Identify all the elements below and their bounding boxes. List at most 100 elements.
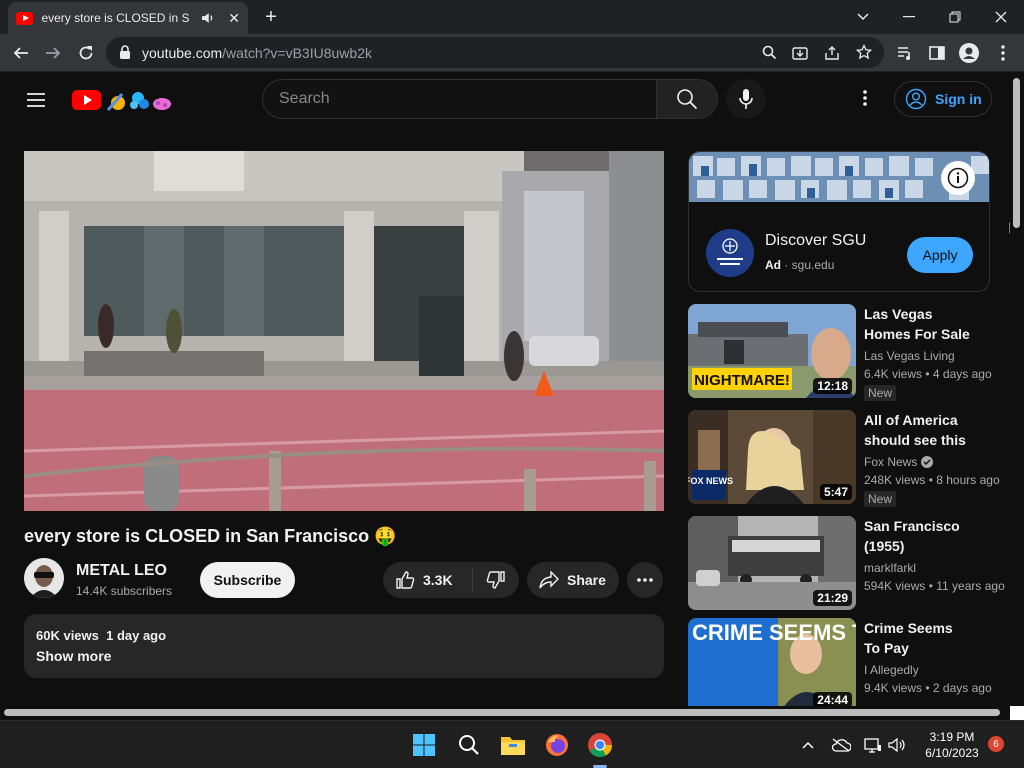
browser-tab[interactable]: every store is CLOSED in San Francisco 🤑…: [8, 2, 248, 34]
start-windows-icon[interactable]: [406, 727, 442, 763]
system-clock[interactable]: 3:19 PM 6/10/2023: [918, 729, 986, 761]
related-views: 6.4K views • 4 days ago: [864, 367, 992, 381]
volume-speaker-icon[interactable]: [884, 727, 910, 763]
info-icon: [947, 167, 969, 189]
minimize-icon[interactable]: [894, 4, 924, 30]
ad-info-button[interactable]: [941, 161, 975, 195]
hamburger-menu-icon[interactable]: [24, 88, 48, 112]
thumbs-down-icon: [486, 571, 505, 589]
taskbar-search-icon[interactable]: [451, 727, 487, 763]
youtube-doodle-logo[interactable]: [72, 86, 178, 114]
video-thumbnail[interactable]: CRIME SEEMS TO PAY 24:44: [688, 618, 856, 706]
profile-avatar-icon[interactable]: [956, 40, 982, 66]
description-box[interactable]: 60K views 1 day ago Show more: [24, 614, 664, 678]
tab-close-icon[interactable]: ✕: [228, 10, 240, 27]
search-box[interactable]: [262, 79, 656, 119]
related-video-item[interactable]: 21:29 San Francisco (1955) marklfarkl 59…: [688, 516, 1005, 610]
share-button[interactable]: Share: [527, 562, 619, 598]
video-title: every store is CLOSED in San Francisco 🤑: [24, 526, 397, 546]
video-thumbnail[interactable]: FOX NEWS 5:47: [688, 410, 856, 504]
video-thumbnail[interactable]: 21:29: [688, 516, 856, 610]
file-explorer-icon[interactable]: [495, 727, 531, 763]
related-channel: Fox News: [864, 455, 934, 469]
tab-search-chevron-icon[interactable]: [848, 4, 878, 30]
scrollbar-corner: [1010, 706, 1024, 720]
related-views: 248K views • 8 hours ago: [864, 473, 1000, 487]
url-text: youtube.com/watch?v=vB3IU8uwb2k: [142, 45, 372, 61]
share-page-icon[interactable]: [824, 45, 840, 61]
thumbnail-caption: CRIME SEEMS TO PAY: [692, 620, 856, 645]
install-app-icon[interactable]: [792, 45, 808, 61]
new-badge: New: [864, 491, 897, 507]
subscriber-count: 14.4K subscribers: [76, 584, 173, 598]
sgu-logo[interactable]: [706, 229, 754, 277]
lock-icon[interactable]: [119, 45, 131, 59]
related-channel: Las Vegas Living: [864, 349, 955, 363]
related-video-title[interactable]: Las Vegas Homes For Sale: [864, 304, 972, 344]
side-panel-icon[interactable]: [924, 40, 950, 66]
more-actions-button[interactable]: [627, 562, 663, 598]
cloud-offline-icon[interactable]: [826, 727, 856, 763]
vertical-scroll-thumb[interactable]: [1013, 78, 1020, 228]
video-thumbnail[interactable]: NIGHTMARE! 12:18: [688, 304, 856, 398]
dislike-button[interactable]: [473, 562, 519, 598]
apply-button[interactable]: Apply: [907, 237, 973, 273]
show-more-link[interactable]: Show more: [36, 648, 111, 664]
sign-in-button[interactable]: Sign in: [894, 81, 992, 117]
vertical-scrollbar[interactable]: [1010, 72, 1024, 706]
firefox-icon[interactable]: [539, 727, 575, 763]
microphone-icon: [739, 89, 753, 109]
duration-badge: 5:47: [819, 484, 852, 500]
related-video-title[interactable]: All of America should see this: [864, 410, 972, 450]
close-window-icon[interactable]: [986, 4, 1016, 30]
tab-title: every store is CLOSED in San Francisco 🤑…: [41, 11, 189, 25]
tab-audio-speaker-icon[interactable]: [201, 11, 215, 25]
bookmark-star-icon[interactable]: [856, 44, 872, 60]
horizontal-scrollbar[interactable]: [0, 706, 1024, 720]
search-button[interactable]: [656, 79, 718, 119]
youtube-favicon-icon: [16, 11, 34, 25]
verified-check-icon: [921, 456, 934, 468]
account-circle-icon: [905, 88, 927, 110]
browser-toolbar: youtube.com/watch?v=vB3IU8uwb2k: [0, 34, 1024, 72]
related-video-item[interactable]: CRIME SEEMS TO PAY 24:44 Crime Seems To …: [688, 618, 998, 706]
zoom-search-icon[interactable]: [762, 45, 777, 60]
reload-icon[interactable]: [73, 40, 99, 66]
ad-card[interactable]: Discover SGU Ad · sgu.edu Apply: [688, 151, 990, 292]
notification-count-badge[interactable]: 6: [988, 736, 1004, 752]
forward-arrow-icon[interactable]: [40, 40, 66, 66]
channel-name[interactable]: METAL LEO: [76, 562, 167, 580]
related-video-item[interactable]: FOX NEWS 5:47 All of America should see …: [688, 410, 1000, 507]
video-player[interactable]: [24, 151, 664, 511]
ad-title[interactable]: Discover SGU: [765, 232, 866, 250]
new-tab-button[interactable]: +: [258, 4, 284, 30]
show-hidden-icons-chevron-icon[interactable]: [792, 727, 824, 763]
related-views: 594K views • 11 years ago: [864, 579, 1005, 593]
view-count-date: 60K views 1 day ago: [36, 628, 167, 643]
video-frame-street-scene[interactable]: [24, 151, 664, 511]
address-bar[interactable]: youtube.com/watch?v=vB3IU8uwb2k: [106, 37, 884, 68]
chrome-taskbar-icon[interactable]: [582, 727, 618, 763]
related-video-title[interactable]: Crime Seems To Pay: [864, 618, 972, 658]
restore-window-icon[interactable]: [940, 4, 970, 30]
subscribe-button[interactable]: Subscribe: [200, 562, 295, 598]
related-video-item[interactable]: NIGHTMARE! 12:18 Las Vegas Homes For Sal…: [688, 304, 998, 401]
settings-more-icon[interactable]: [853, 86, 877, 110]
voice-search-button[interactable]: [726, 79, 766, 119]
like-dislike-segment: 3.3K: [383, 562, 519, 598]
related-views: 9.4K views • 2 days ago: [864, 681, 992, 695]
like-button[interactable]: 3.3K: [383, 562, 472, 598]
duration-badge: 12:18: [813, 378, 852, 394]
chrome-menu-icon[interactable]: [990, 40, 1016, 66]
share-arrow-icon: [539, 571, 559, 589]
channel-avatar[interactable]: [24, 558, 64, 598]
related-video-title[interactable]: San Francisco (1955): [864, 516, 972, 556]
media-controls-icon[interactable]: [892, 40, 918, 66]
horizontal-scroll-thumb[interactable]: [4, 709, 1000, 716]
duration-badge: 24:44: [813, 692, 852, 706]
thumbnail-caption: NIGHTMARE!: [694, 372, 790, 389]
thumbs-up-icon: [396, 571, 415, 589]
search-input[interactable]: [279, 90, 639, 108]
search-icon: [677, 89, 698, 110]
back-arrow-icon[interactable]: [8, 40, 34, 66]
